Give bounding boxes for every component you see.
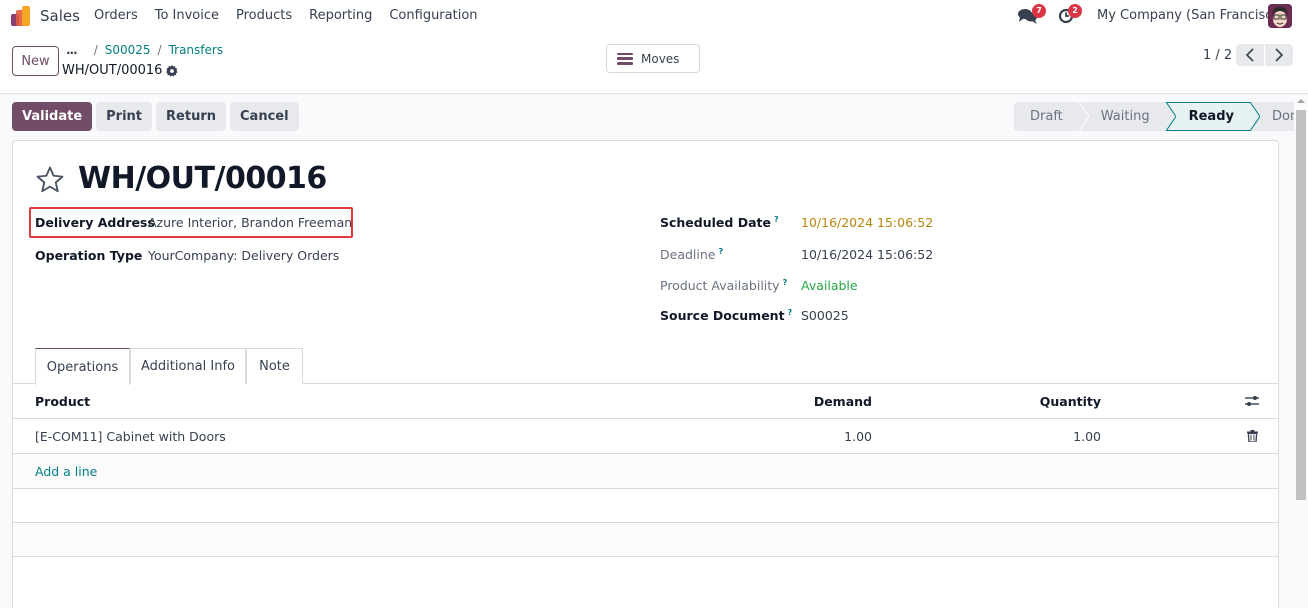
source-document-value[interactable]: S00025 (801, 308, 849, 323)
stage-separator-icon (1249, 102, 1260, 131)
current-record: WH/OUT/00016 (62, 63, 179, 78)
notebook-tabs: Operations Additional Info Note (13, 348, 1278, 385)
tab-operations[interactable]: Operations (35, 348, 130, 385)
breadcrumb-ellipsis[interactable]: ... (66, 43, 78, 57)
moves-smart-button[interactable]: Moves (606, 44, 700, 73)
breadcrumb: ... / S00025 / Transfers (66, 43, 223, 57)
star-icon[interactable] (35, 165, 65, 195)
column-product[interactable]: Product (35, 384, 90, 418)
sales-app-logo-icon[interactable] (11, 6, 33, 26)
table-row[interactable]: [E-COM11] Cabinet with Doors 1.00 1.00 (13, 419, 1278, 454)
form-sheet: WH/OUT/00016 Delivery Address Azure Inte… (12, 140, 1279, 608)
row-quantity[interactable]: 1.00 (1073, 419, 1101, 453)
stage-ready[interactable]: Ready (1165, 102, 1260, 131)
product-availability-field: Product Availability? Available (660, 278, 858, 294)
scheduled-date-field: Scheduled Date? 10/16/2024 15:06:52 (660, 215, 933, 231)
empty-row (13, 523, 1278, 557)
menu-to-invoice[interactable]: To Invoice (155, 8, 219, 23)
breadcrumb-separator: / (93, 43, 98, 57)
main-menu: Orders To Invoice Products Reporting Con… (94, 8, 495, 23)
source-document-field: Source Document? S00025 (660, 308, 849, 324)
menu-products[interactable]: Products (236, 8, 292, 23)
stage-separator-icon (1078, 102, 1089, 131)
company-switcher[interactable]: My Company (San Francisco) (1097, 8, 1285, 23)
help-icon[interactable]: ? (774, 215, 779, 224)
pager-next-button[interactable] (1265, 44, 1293, 66)
list-icon (617, 52, 633, 65)
empty-row (13, 489, 1278, 523)
scrollbar-thumb[interactable] (1296, 110, 1306, 500)
add-line-row: Add a line (13, 454, 1278, 489)
stage-label: Waiting (1100, 109, 1150, 124)
action-buttons: Validate Print Return Cancel (12, 102, 299, 131)
pager-previous-button[interactable] (1236, 44, 1264, 66)
chevron-right-icon (1275, 48, 1284, 62)
column-quantity[interactable]: Quantity (1040, 384, 1101, 418)
delivery-address-label: Delivery Address (35, 215, 155, 230)
product-availability-value: Available (801, 278, 858, 294)
status-bar: Draft Waiting Ready Done (1014, 102, 1308, 131)
return-button[interactable]: Return (156, 102, 226, 131)
new-button[interactable]: New (12, 46, 59, 76)
row-demand[interactable]: 1.00 (844, 419, 872, 453)
stage-waiting[interactable]: Waiting (1079, 102, 1166, 131)
delivery-address-value[interactable]: Azure Interior, Brandon Freeman (148, 215, 352, 230)
form-view: Validate Print Return Cancel Draft Waiti… (0, 94, 1308, 608)
trash-icon (1246, 430, 1258, 442)
print-button[interactable]: Print (96, 102, 153, 131)
operation-type-field: Operation Type YourCompany: Delivery Ord… (35, 248, 339, 263)
validate-button[interactable]: Validate (12, 102, 93, 131)
optional-columns-toggle[interactable] (1244, 384, 1260, 418)
operation-type-value[interactable]: YourCompany: Delivery Orders (148, 248, 339, 263)
help-icon[interactable]: ? (718, 247, 723, 256)
record-name: WH/OUT/00016 (62, 63, 163, 78)
breadcrumb-sale-order[interactable]: S00025 (105, 43, 151, 57)
scroll-up-arrow-icon[interactable] (1297, 99, 1305, 103)
messages-badge: 7 (1032, 4, 1046, 18)
sliders-icon (1245, 396, 1259, 406)
record-title: WH/OUT/00016 (78, 161, 327, 196)
vertical-scrollbar[interactable] (1294, 94, 1308, 608)
deadline-field: Deadline? 10/16/2024 15:06:52 (660, 247, 933, 263)
delete-row-button[interactable] (1244, 419, 1260, 453)
table-header: Product Demand Quantity (13, 384, 1278, 419)
source-document-label: Source Document? (660, 308, 793, 324)
tab-note[interactable]: Note (246, 348, 303, 384)
stage-label: Ready (1188, 109, 1234, 124)
tab-additional-info[interactable]: Additional Info (130, 348, 246, 384)
menu-reporting[interactable]: Reporting (309, 8, 372, 23)
chevron-left-icon (1245, 48, 1254, 62)
menu-configuration[interactable]: Configuration (389, 8, 477, 23)
stage-label: Draft (1030, 109, 1063, 124)
scheduled-date-label: Scheduled Date? (660, 215, 779, 231)
help-icon[interactable]: ? (783, 278, 788, 287)
operations-table: Product Demand Quantity [E-COM11] Cabine… (13, 384, 1278, 557)
operation-type-label: Operation Type (35, 248, 143, 263)
menu-orders[interactable]: Orders (94, 8, 138, 23)
scheduled-date-value[interactable]: 10/16/2024 15:06:52 (801, 215, 933, 230)
user-avatar[interactable] (1268, 4, 1292, 28)
add-a-line-link[interactable]: Add a line (35, 454, 97, 488)
app-name[interactable]: Sales (40, 7, 80, 25)
top-navbar: Sales Orders To Invoice Products Reporti… (0, 0, 1308, 32)
delivery-address-field: Delivery Address Azure Interior, Brandon… (35, 215, 352, 230)
help-icon[interactable]: ? (788, 308, 793, 317)
gear-icon[interactable] (166, 64, 179, 77)
deadline-value: 10/16/2024 15:06:52 (801, 247, 934, 263)
moves-label: Moves (641, 51, 680, 66)
row-product[interactable]: [E-COM11] Cabinet with Doors (35, 419, 226, 453)
activities-badge: 2 (1068, 4, 1082, 18)
pager-value[interactable]: 1 / 2 (1203, 48, 1232, 63)
deadline-label: Deadline? (660, 247, 724, 263)
stage-separator-icon (1165, 102, 1176, 131)
product-availability-label: Product Availability? (660, 278, 788, 294)
column-demand[interactable]: Demand (814, 384, 872, 418)
stage-draft[interactable]: Draft (1014, 102, 1089, 131)
control-panel: New ... / S00025 / Transfers WH/OUT/0001… (0, 32, 1308, 94)
breadcrumb-separator: / (157, 43, 162, 57)
cancel-button[interactable]: Cancel (230, 102, 299, 131)
breadcrumb-transfers[interactable]: Transfers (169, 43, 224, 57)
